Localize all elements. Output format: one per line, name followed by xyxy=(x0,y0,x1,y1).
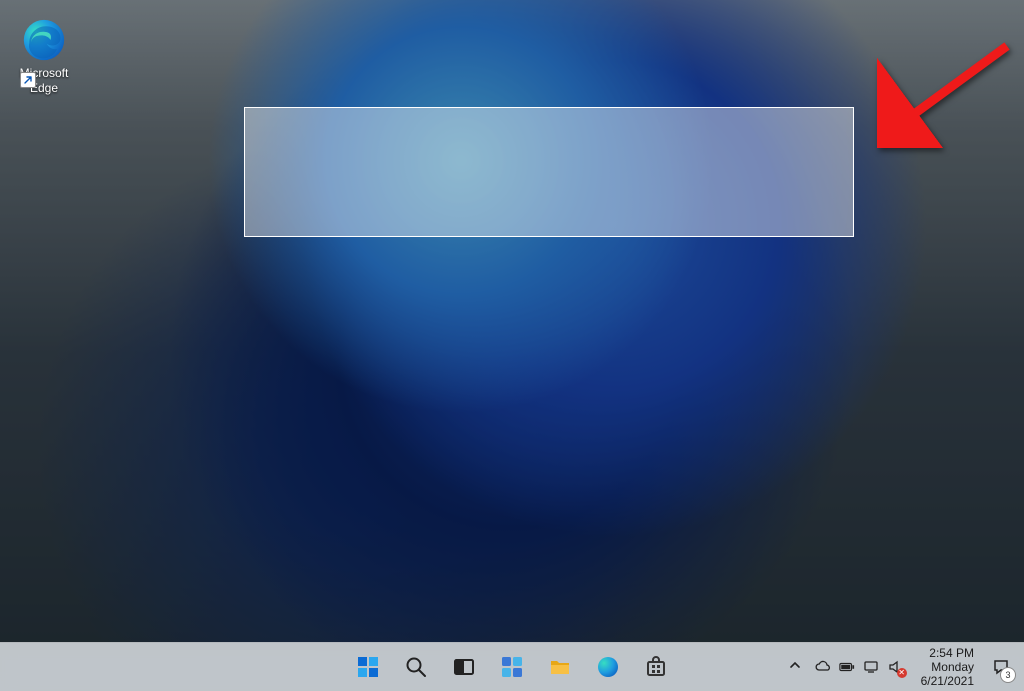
search-button[interactable] xyxy=(396,647,436,687)
task-view-icon xyxy=(452,655,476,679)
shortcut-overlay-icon xyxy=(20,72,36,88)
annotation-arrow xyxy=(877,38,1017,148)
onedrive-tray-icon[interactable] xyxy=(815,659,831,675)
snip-selection-rectangle[interactable] xyxy=(244,107,854,237)
network-tray-icon[interactable] xyxy=(863,659,879,675)
tray-overflow-button[interactable] xyxy=(785,658,805,676)
folder-icon xyxy=(548,655,572,679)
taskbar: ✕ 2:54 PM Monday 6/21/2021 3 xyxy=(0,642,1024,691)
clock-time: 2:54 PM xyxy=(921,646,974,660)
taskbar-clock[interactable]: 2:54 PM Monday 6/21/2021 xyxy=(913,646,982,688)
action-center-button[interactable]: 3 xyxy=(984,647,1018,687)
file-explorer-button[interactable] xyxy=(540,647,580,687)
task-view-button[interactable] xyxy=(444,647,484,687)
desktop-icon-label: Microsoft Edge xyxy=(6,66,82,96)
windows-logo-icon xyxy=(356,655,380,679)
volume-muted-badge: ✕ xyxy=(897,668,907,678)
microsoft-store-button[interactable] xyxy=(636,647,676,687)
clock-day: Monday xyxy=(921,660,974,674)
battery-tray-icon[interactable] xyxy=(839,659,855,675)
widgets-icon xyxy=(500,655,524,679)
notification-count-badge: 3 xyxy=(1000,667,1016,683)
widgets-button[interactable] xyxy=(492,647,532,687)
volume-tray-icon[interactable]: ✕ xyxy=(887,659,903,675)
edge-icon xyxy=(596,655,620,679)
store-icon xyxy=(644,655,668,679)
system-tray: ✕ 2:54 PM Monday 6/21/2021 3 xyxy=(785,643,1018,691)
search-icon xyxy=(404,655,428,679)
taskbar-center-group xyxy=(348,643,676,691)
clock-date: 6/21/2021 xyxy=(921,674,974,688)
start-button[interactable] xyxy=(348,647,388,687)
edge-taskbar-button[interactable] xyxy=(588,647,628,687)
screen-dim-overlay xyxy=(0,0,1024,643)
edge-icon xyxy=(22,18,66,62)
desktop-icon-microsoft-edge[interactable]: Microsoft Edge xyxy=(6,18,82,96)
